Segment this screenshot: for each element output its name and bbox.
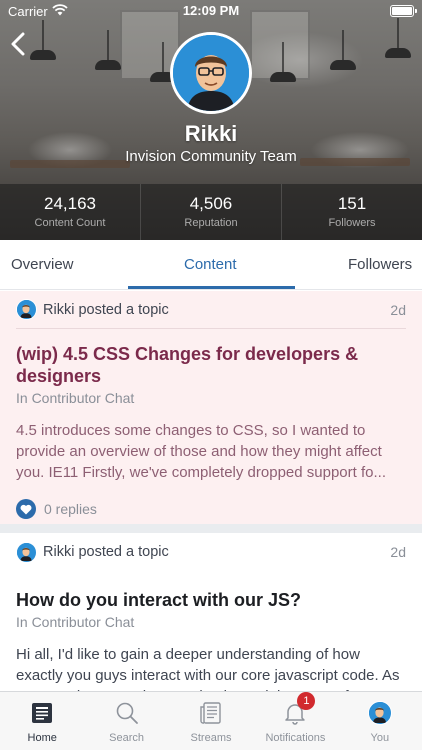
streams-icon <box>198 700 224 726</box>
home-icon <box>29 700 55 726</box>
status-time: 12:09 PM <box>182 3 240 18</box>
tab-followers[interactable]: Followers <box>348 256 412 273</box>
tab-overview[interactable]: Overview <box>11 256 74 273</box>
you-avatar-wrapper <box>367 700 393 726</box>
stat-followers[interactable]: 151 Followers <box>282 184 422 240</box>
feed-item-action: Rikki posted a topic <box>43 544 169 560</box>
notification-badge: 1 <box>297 692 316 710</box>
bottom-tab-bar: Home Search Streams 1 Notifications You <box>0 691 422 750</box>
feed-item-action: Rikki posted a topic <box>43 301 169 318</box>
stat-reputation[interactable]: 4,506 Reputation <box>141 184 282 240</box>
content-feed[interactable]: Rikki posted a topic 2d (wip) 4.5 CSS Ch… <box>0 291 422 691</box>
stat-value: 4,506 <box>189 194 233 213</box>
profile-team: Invision Community Team <box>125 148 297 165</box>
stat-value: 151 <box>337 194 367 213</box>
stat-label: Followers <box>328 217 376 229</box>
tabbar-label: Notifications <box>265 732 326 744</box>
tabbar-streams[interactable]: Streams <box>169 692 253 750</box>
backdrop-lamp <box>270 42 296 82</box>
tabbar-label: Streams <box>190 732 232 744</box>
stat-content-count[interactable]: 24,163 Content Count <box>0 184 141 240</box>
battery-icon <box>390 5 417 17</box>
profile-header: Carrier 12:09 PM Rikki Invision Communit… <box>0 0 422 240</box>
heart-icon[interactable] <box>16 499 36 519</box>
active-tab-indicator <box>128 286 295 289</box>
backdrop-lamp <box>330 30 356 70</box>
topic-title[interactable]: How do you interact with our JS? <box>16 589 406 611</box>
back-chevron-icon <box>11 32 25 56</box>
tabbar-label: You <box>370 732 390 744</box>
tabbar-you[interactable]: You <box>338 692 422 750</box>
feed-item[interactable]: Rikki posted a topic 2d How do you inter… <box>0 533 422 691</box>
stat-label: Reputation <box>184 217 238 229</box>
profile-stats: 24,163 Content Count 4,506 Reputation 15… <box>0 184 422 240</box>
reply-count: 0 replies <box>44 501 97 517</box>
avatar-icon <box>173 35 249 111</box>
profile-tabs: Overview Content Followers <box>0 240 422 290</box>
topic-excerpt: 4.5 introduces some changes to CSS, so I… <box>16 422 386 481</box>
avatar-icon <box>17 300 35 318</box>
backdrop-lamp <box>95 30 121 70</box>
topic-title[interactable]: (wip) 4.5 CSS Changes for developers & d… <box>16 343 406 387</box>
tabbar-label: Search <box>109 732 145 744</box>
stat-value: 24,163 <box>44 194 96 213</box>
topic-excerpt: Hi all, I'd like to gain a deeper unders… <box>16 646 400 691</box>
topic-forum[interactable]: In Contributor Chat <box>16 390 406 406</box>
backdrop-lamp <box>385 18 411 58</box>
feed-item-header: Rikki posted a topic 2d <box>16 533 406 571</box>
feed-item[interactable]: Rikki posted a topic 2d (wip) 4.5 CSS Ch… <box>0 291 422 524</box>
tab-content[interactable]: Content <box>184 256 237 273</box>
feed-item-header: Rikki posted a topic 2d <box>16 291 406 329</box>
topic-forum[interactable]: In Contributor Chat <box>16 614 406 630</box>
tabbar-label: Home <box>27 732 57 744</box>
tabbar-home[interactable]: Home <box>0 692 84 750</box>
avatar-icon <box>367 701 392 725</box>
author-avatar[interactable] <box>16 541 37 563</box>
search-icon <box>114 700 140 726</box>
feed-item-time: 2d <box>390 544 406 560</box>
profile-avatar[interactable] <box>170 32 252 114</box>
avatar-icon <box>17 542 35 561</box>
backdrop-lamp <box>30 20 56 60</box>
feed-item-footer: 0 replies <box>16 497 406 521</box>
back-button[interactable] <box>6 30 30 58</box>
feed-item-time: 2d <box>390 301 406 318</box>
tabbar-search[interactable]: Search <box>84 692 168 750</box>
profile-name: Rikki <box>184 121 238 146</box>
author-avatar[interactable] <box>16 299 37 320</box>
tabbar-notifications[interactable]: 1 Notifications <box>253 692 337 750</box>
status-bar: Carrier 12:09 PM <box>0 0 422 22</box>
stat-label: Content Count <box>34 217 106 229</box>
